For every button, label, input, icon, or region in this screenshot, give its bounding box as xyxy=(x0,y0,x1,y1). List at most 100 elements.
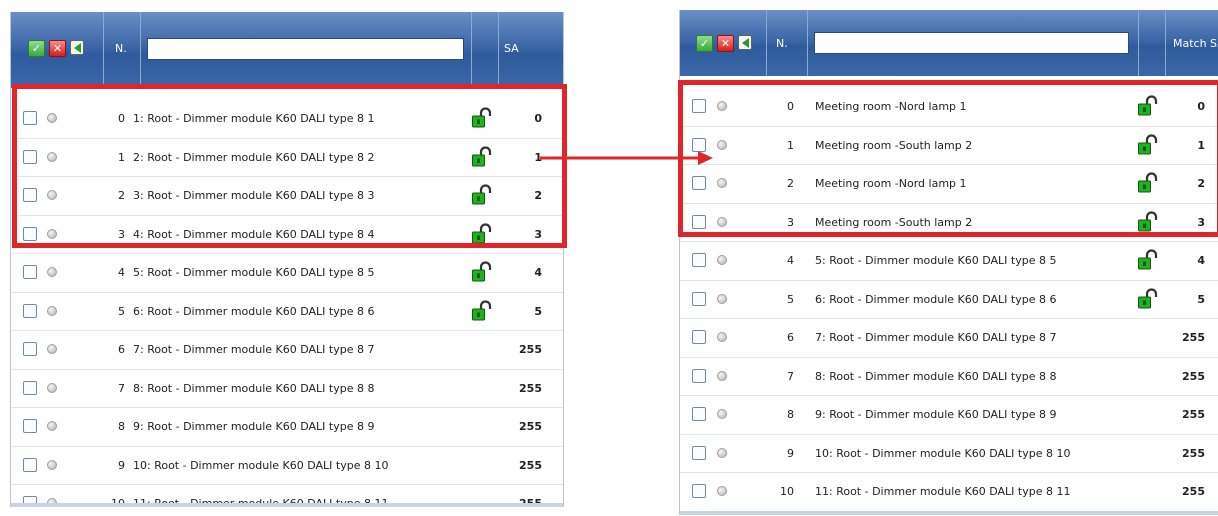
status-dot-icon xyxy=(717,447,727,458)
row-checkbox[interactable] xyxy=(692,445,706,460)
row-checkbox[interactable] xyxy=(692,407,706,421)
unlocked-padlock-icon[interactable] xyxy=(1138,287,1158,310)
row-checkbox[interactable] xyxy=(23,303,37,318)
short-address-value: 255 xyxy=(1182,331,1205,344)
check-icon[interactable]: ✓ xyxy=(696,35,713,52)
table-header: ✓ ✕ N. SA xyxy=(11,12,563,88)
status-dot-icon xyxy=(47,305,57,316)
header-n-cell: N. xyxy=(103,12,141,88)
horizontal-scrollbar[interactable] xyxy=(11,503,563,507)
short-address-value: 255 xyxy=(519,420,542,433)
row-number: 5 xyxy=(787,292,794,306)
table-row[interactable]: 7 8: Root - Dimmer module K60 DALI type … xyxy=(11,370,563,408)
match-sa-column-header[interactable]: Match SA xyxy=(1173,37,1218,50)
triangle-left-icon[interactable] xyxy=(738,35,752,50)
short-address-value: 5 xyxy=(534,304,542,318)
cross-icon[interactable]: ✕ xyxy=(717,35,734,52)
row-checkbox[interactable] xyxy=(23,342,37,356)
row-checkbox[interactable] xyxy=(692,484,706,498)
row-checkbox[interactable] xyxy=(692,330,706,344)
unlocked-padlock-icon[interactable] xyxy=(472,261,492,283)
horizontal-scrollbar[interactable] xyxy=(680,511,1218,515)
row-number: 5 xyxy=(118,304,125,318)
status-dot-icon xyxy=(47,382,57,393)
device-name: 5: Root - Dimmer module K60 DALI type 8 … xyxy=(133,266,375,279)
highlight-box-left xyxy=(12,84,567,248)
row-checkbox[interactable] xyxy=(692,291,706,306)
row-checkbox[interactable] xyxy=(23,419,37,433)
status-dot-icon xyxy=(717,370,727,381)
row-number: 6 xyxy=(118,343,125,356)
short-address-value: 255 xyxy=(519,458,542,472)
device-name: 8: Root - Dimmer module K60 DALI type 8 … xyxy=(133,381,375,395)
short-address-value: 4 xyxy=(534,266,542,279)
device-name: 11: Root - Dimmer module K60 DALI type 8… xyxy=(815,485,1071,498)
table-header: ✓ ✕ N. Match SA xyxy=(680,10,1218,76)
header-actions-cell: ✓ ✕ xyxy=(11,12,104,88)
header-lock-cell xyxy=(1138,10,1166,76)
check-icon[interactable]: ✓ xyxy=(28,40,45,57)
device-name: 9: Root - Dimmer module K60 DALI type 8 … xyxy=(133,420,375,433)
table-row[interactable]: 4 5: Root - Dimmer module K60 DALI type … xyxy=(680,242,1218,281)
device-name: 10: Root - Dimmer module K60 DALI type 8… xyxy=(815,446,1071,460)
short-address-value: 255 xyxy=(519,343,542,356)
name-filter-input[interactable] xyxy=(147,38,464,60)
table-row[interactable]: 9 10: Root - Dimmer module K60 DALI type… xyxy=(11,447,563,485)
table-row[interactable]: 4 5: Root - Dimmer module K60 DALI type … xyxy=(11,254,563,293)
device-name: 6: Root - Dimmer module K60 DALI type 8 … xyxy=(133,304,375,318)
table-row[interactable]: 8 9: Root - Dimmer module K60 DALI type … xyxy=(11,408,563,447)
row-number: 9 xyxy=(118,458,125,472)
short-address-value: 255 xyxy=(1182,446,1205,460)
row-checkbox[interactable] xyxy=(692,253,706,267)
device-name: 7: Root - Dimmer module K60 DALI type 8 … xyxy=(815,331,1057,344)
n-column-header[interactable]: N. xyxy=(776,37,788,50)
header-match-sa-cell: Match SA xyxy=(1165,10,1218,76)
status-dot-icon xyxy=(717,409,727,419)
row-checkbox[interactable] xyxy=(23,265,37,279)
table-row[interactable]: 6 7: Root - Dimmer module K60 DALI type … xyxy=(680,319,1218,358)
row-checkbox[interactable] xyxy=(23,380,37,395)
n-column-header[interactable]: N. xyxy=(115,42,127,55)
device-name: 5: Root - Dimmer module K60 DALI type 8 … xyxy=(815,254,1057,267)
row-number: 9 xyxy=(787,446,794,460)
table-row[interactable]: 9 10: Root - Dimmer module K60 DALI type… xyxy=(680,435,1218,473)
table-row[interactable]: 5 6: Root - Dimmer module K60 DALI type … xyxy=(680,281,1218,319)
unlocked-padlock-icon[interactable] xyxy=(472,299,492,322)
unlocked-padlock-icon[interactable] xyxy=(1138,249,1158,271)
table-row[interactable]: 6 7: Root - Dimmer module K60 DALI type … xyxy=(11,331,563,370)
short-address-value: 255 xyxy=(1182,369,1205,383)
device-name: 8: Root - Dimmer module K60 DALI type 8 … xyxy=(815,369,1057,383)
table-row[interactable]: 7 8: Root - Dimmer module K60 DALI type … xyxy=(680,358,1218,396)
status-dot-icon xyxy=(47,344,57,354)
table-row[interactable]: 5 6: Root - Dimmer module K60 DALI type … xyxy=(11,293,563,331)
device-name: 7: Root - Dimmer module K60 DALI type 8 … xyxy=(133,343,375,356)
short-address-value: 255 xyxy=(1182,408,1205,421)
status-dot-icon xyxy=(717,293,727,304)
table-row[interactable]: 8 9: Root - Dimmer module K60 DALI type … xyxy=(680,396,1218,435)
status-dot-icon xyxy=(47,267,57,277)
short-address-value: 255 xyxy=(1182,485,1205,498)
row-number: 4 xyxy=(787,254,794,267)
short-address-value: 4 xyxy=(1197,254,1205,267)
status-dot-icon xyxy=(717,255,727,265)
header-lock-cell xyxy=(471,12,499,88)
short-address-value: 255 xyxy=(519,381,542,395)
header-name-cell xyxy=(807,10,1139,76)
arrow-right-icon xyxy=(540,151,713,165)
name-filter-input[interactable] xyxy=(814,32,1129,54)
table-row[interactable]: 10 11: Root - Dimmer module K60 DALI typ… xyxy=(680,473,1218,512)
row-number: 6 xyxy=(787,331,794,344)
row-number: 4 xyxy=(118,266,125,279)
row-checkbox[interactable] xyxy=(692,368,706,383)
short-address-value: 5 xyxy=(1197,292,1205,306)
cross-icon[interactable]: ✕ xyxy=(49,40,66,57)
device-name: 9: Root - Dimmer module K60 DALI type 8 … xyxy=(815,408,1057,421)
row-number: 7 xyxy=(787,369,794,383)
highlight-box-right xyxy=(678,80,1218,237)
status-dot-icon xyxy=(717,332,727,342)
sa-column-header[interactable]: SA xyxy=(504,42,519,55)
header-n-cell: N. xyxy=(766,10,808,76)
header-name-cell xyxy=(140,12,472,88)
triangle-left-icon[interactable] xyxy=(70,40,84,55)
row-checkbox[interactable] xyxy=(23,457,37,472)
